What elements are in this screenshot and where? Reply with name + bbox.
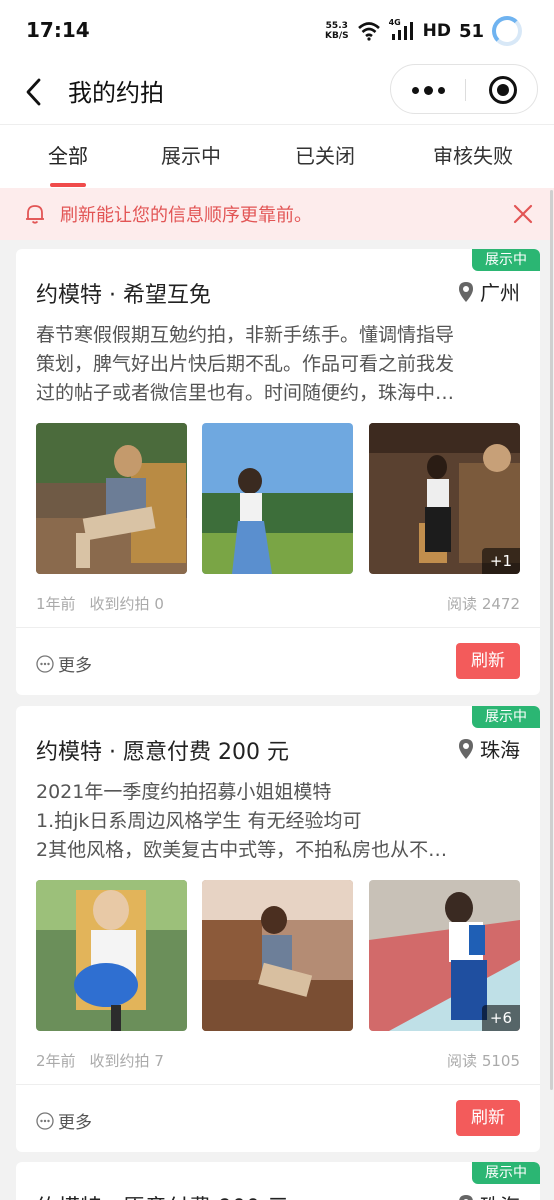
read-count: 阅读 2472 [447,595,520,613]
post-title: 约模特 · 愿意付费 900 元 [36,1190,289,1200]
tab-showing[interactable]: 展示中 [146,125,236,189]
battery-level: 51 [458,20,484,42]
received-count: 收到约拍 0 [89,595,164,613]
card-divider [16,627,540,628]
status-icons: 55.3 KB/S 4G HD 51 [325,14,522,48]
bell-icon [26,205,44,224]
post-location: 广州 [458,277,520,306]
post-card[interactable]: 展示中 约模特 · 愿意付费 200 元 珠海 2021年一季度约拍招募小姐姐模… [16,706,540,1152]
status-time: 17:14 [26,18,90,42]
page-title: 我的约拍 [68,79,164,107]
active-tab-indicator [50,183,86,187]
more-button[interactable]: 更多 [36,651,92,676]
close-miniprogram-icon[interactable] [489,76,517,104]
wifi-icon [357,22,380,41]
post-meta: 1年前 收到约拍 0 [36,593,164,614]
post-location: 珠海 [458,1190,520,1200]
tab-closed[interactable]: 已关闭 [280,125,370,189]
mini-program-capsule [390,64,538,114]
location-pin-icon [459,1194,473,1200]
post-photo[interactable] [36,880,187,1031]
post-photo[interactable] [202,423,353,574]
post-photo[interactable] [202,880,353,1031]
more-photos-count: +1 [481,548,520,574]
scrollbar[interactable] [550,190,553,1090]
refresh-button[interactable]: 刷新 [456,1100,520,1136]
network-speed: 55.3 KB/S [324,21,349,41]
post-meta: 2年前 收到约拍 7 [36,1050,164,1071]
status-badge: 展示中 [472,706,540,728]
post-time: 2年前 [36,1052,76,1070]
filter-tabs: 全部 展示中 已关闭 审核失败 [0,124,554,188]
nav-bar: 我的约拍 [0,60,554,124]
tab-all[interactable]: 全部 [28,125,108,189]
cellular-signal-icon: 4G [389,18,415,42]
capsule-divider [465,79,466,101]
location-pin-icon [459,738,473,759]
more-button[interactable]: 更多 [36,1108,92,1133]
back-arrow-icon[interactable] [22,74,46,110]
more-menu-icon[interactable] [391,65,465,115]
status-badge: 展示中 [472,1162,540,1184]
status-badge: 展示中 [472,249,540,271]
received-count: 收到约拍 7 [89,1052,164,1070]
post-description: 2021年一季度约拍招募小姐姐模特 1.拍jk日系周边风格学生 有无经验均可 2… [36,781,448,861]
post-photo[interactable]: +1 [369,423,520,574]
post-card[interactable]: 展示中 约模特 · 愿意付费 900 元 珠海 [16,1162,540,1200]
refresh-button[interactable]: 刷新 [456,643,520,679]
post-title: 约模特 · 希望互免 [36,283,211,308]
read-count: 阅读 5105 [447,1052,520,1070]
location-pin-icon [459,281,473,302]
post-photo[interactable] [36,423,187,574]
status-bar: 17:14 55.3 KB/S 4G HD 51 [0,0,554,60]
notice-bar: 刷新能让您的信息顺序更靠前。 [0,188,554,240]
post-photo[interactable]: +6 [369,880,520,1031]
more-dots-icon [36,654,54,673]
post-title: 约模特 · 愿意付费 200 元 [36,740,289,765]
close-icon[interactable] [512,203,534,225]
battery-ring-icon [492,16,522,46]
more-photos-count: +6 [481,1005,520,1031]
post-card[interactable]: 展示中 约模特 · 希望互免 广州 春节寒假假期互勉约拍，非新手练手。懂调情指导… [16,249,540,695]
more-dots-icon [36,1111,54,1130]
post-description: 春节寒假假期互勉约拍，非新手练手。懂调情指导 策划，脾气好出片快后期不乱。作品可… [36,324,455,404]
notice-text: 刷新能让您的信息顺序更靠前。 [60,205,312,226]
hd-indicator: HD [422,21,451,41]
post-location: 珠海 [458,734,520,763]
card-divider [16,1084,540,1085]
tab-review-failed[interactable]: 审核失败 [418,125,528,189]
post-time: 1年前 [36,595,76,613]
